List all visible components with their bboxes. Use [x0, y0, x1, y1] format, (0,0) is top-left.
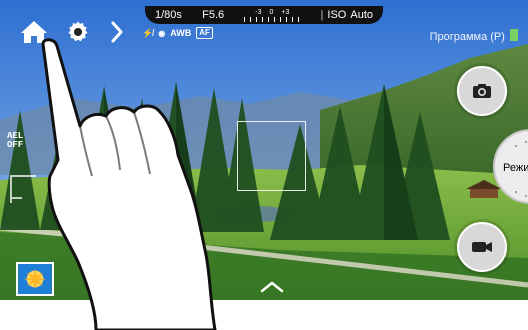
- chevron-up-icon: [260, 281, 284, 293]
- iso-label: ISO: [327, 9, 347, 21]
- shutter-speed: 1/80s: [155, 9, 182, 21]
- settings-button[interactable]: [64, 18, 92, 46]
- video-camera-icon: [472, 242, 492, 252]
- exposure-minus: -3: [255, 8, 262, 16]
- dot-6: [525, 195, 527, 197]
- camera-icon: [473, 84, 491, 98]
- gallery-thumbnail[interactable]: [16, 262, 54, 296]
- exposure-zero: 0: [269, 8, 274, 16]
- dot-2: [525, 141, 527, 143]
- thumbnail-image: [18, 264, 52, 294]
- record-video-button[interactable]: [457, 222, 507, 272]
- aperture: F5.6: [202, 9, 225, 21]
- mode-button-label: Режим: [503, 162, 528, 174]
- open-bottom-panel-button[interactable]: [259, 279, 285, 295]
- exposure-settings-bar[interactable]: 1/80s F5.6 -3 0 +3 | ISO Auto: [145, 6, 383, 24]
- capture-photo-button[interactable]: [457, 66, 507, 116]
- dot-1: [515, 145, 517, 147]
- exposure-ticks: [244, 16, 301, 22]
- iso-value: Auto: [350, 9, 373, 21]
- gear-icon: [68, 21, 88, 42]
- home-icon: [21, 21, 47, 43]
- expand-settings-button[interactable]: [106, 18, 128, 46]
- chevron-right-icon: [111, 21, 123, 43]
- camera-app-screen: 1/80s F5.6 -3 0 +3 | ISO Auto Программа …: [0, 0, 528, 330]
- exposure-plus: +3: [281, 8, 290, 16]
- home-button[interactable]: [18, 18, 50, 46]
- iso-setting: | ISO Auto: [320, 9, 373, 21]
- exposure-scale: -3 0 +3: [244, 8, 301, 22]
- dot-5: [515, 191, 517, 193]
